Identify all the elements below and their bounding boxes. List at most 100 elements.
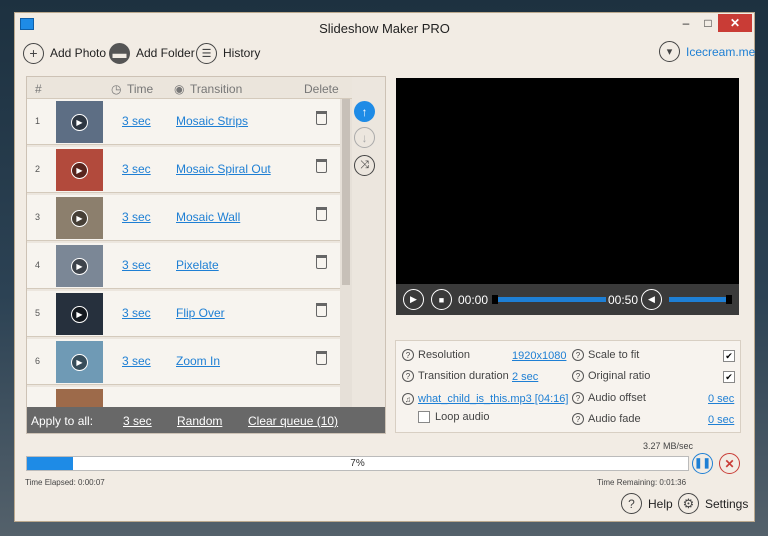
transition-duration-value[interactable]: 2 sec: [512, 371, 538, 383]
play-icon: ▶: [71, 257, 88, 275]
play-icon: ▶: [71, 305, 88, 323]
loop-audio-label: Loop audio: [435, 411, 490, 423]
icecream-label: Icecream.me: [686, 44, 756, 59]
help-button[interactable]: ? Help: [621, 493, 673, 514]
table-row[interactable]: [27, 387, 340, 407]
row-transition[interactable]: Mosaic Wall: [176, 210, 240, 224]
table-row[interactable]: 2 ▶ 3 sec Mosaic Spiral Out: [27, 147, 340, 193]
minimize-button[interactable]: –: [677, 14, 695, 32]
progress-bar: 7%: [26, 456, 689, 471]
table-row[interactable]: 3 ▶ 3 sec Mosaic Wall: [27, 195, 340, 241]
table-row[interactable]: 1 ▶ 3 sec Mosaic Strips: [27, 99, 340, 145]
delete-icon[interactable]: [316, 351, 327, 365]
close-button[interactable]: ✕: [718, 14, 752, 32]
icecream-link[interactable]: ▾ Icecream.me: [659, 41, 755, 62]
slide-thumbnail[interactable]: ▶: [56, 341, 103, 383]
audio-fade-value[interactable]: 0 sec: [708, 414, 734, 426]
slide-thumbnail[interactable]: [56, 389, 103, 407]
settings-label: Settings: [705, 496, 749, 511]
volume-slider[interactable]: [669, 297, 729, 302]
add-folder-button[interactable]: ▬ Add Folder: [109, 42, 195, 64]
help-icon: ?: [572, 392, 584, 404]
row-time[interactable]: 3 sec: [122, 258, 151, 272]
loop-audio-checkbox[interactable]: [418, 411, 430, 423]
plus-icon: +: [23, 42, 44, 64]
add-photo-label: Add Photo: [50, 46, 107, 60]
apply-all-transition[interactable]: Random: [177, 414, 222, 428]
cancel-button[interactable]: ✕: [719, 453, 740, 474]
slide-thumbnail[interactable]: ▶: [56, 197, 103, 239]
slide-thumbnail[interactable]: ▶: [56, 101, 103, 143]
audio-icon: ♫: [402, 393, 414, 405]
row-time[interactable]: 3 sec: [122, 210, 151, 224]
slide-queue: # ◷ Time ◉ Transition Delete 1 ▶ 3 sec M…: [26, 76, 386, 434]
delete-icon[interactable]: [316, 255, 327, 269]
volume-handle[interactable]: [726, 295, 732, 304]
queue-rows: 1 ▶ 3 sec Mosaic Strips 2 ▶ 3 sec Mosaic…: [27, 99, 340, 407]
slide-thumbnail[interactable]: ▶: [56, 149, 103, 191]
table-row[interactable]: 4 ▶ 3 sec Pixelate: [27, 243, 340, 289]
settings-panel: ? Resolution 1920x1080 ? Transition dura…: [395, 340, 741, 433]
seek-handle[interactable]: [492, 295, 498, 304]
row-number: 3: [35, 212, 41, 222]
play-icon: ▶: [71, 209, 88, 227]
delete-icon[interactable]: [316, 111, 327, 125]
maximize-button[interactable]: □: [699, 14, 717, 32]
delete-icon[interactable]: [316, 303, 327, 317]
apply-all-time[interactable]: 3 sec: [123, 414, 152, 428]
current-time: 00:00: [458, 293, 489, 307]
help-label: Help: [648, 496, 673, 511]
resolution-row: ? Resolution: [402, 349, 470, 361]
row-transition[interactable]: Pixelate: [176, 258, 219, 272]
row-time[interactable]: 3 sec: [122, 114, 151, 128]
scrollbar-thumb[interactable]: [342, 99, 350, 285]
row-number: 6: [35, 356, 41, 366]
help-icon: ?: [402, 370, 414, 382]
history-button[interactable]: ☰ History: [196, 42, 260, 64]
original-ratio-row: ? Original ratio: [572, 370, 650, 382]
slide-thumbnail[interactable]: ▶: [56, 293, 103, 335]
delete-icon[interactable]: [316, 159, 327, 173]
move-up-button[interactable]: ↑: [354, 101, 375, 122]
video-preview[interactable]: [396, 78, 739, 315]
play-icon: ▶: [71, 113, 88, 131]
queue-scrollbar[interactable]: [340, 99, 352, 407]
row-time[interactable]: 3 sec: [122, 354, 151, 368]
pause-button[interactable]: ❚❚: [692, 453, 713, 474]
play-button[interactable]: ▶: [403, 289, 424, 310]
audio-file-link[interactable]: what_child_is_this.mp3 [04:16]: [418, 393, 568, 405]
audio-fade-row: ? Audio fade: [572, 413, 641, 425]
shuffle-button[interactable]: ⤨: [354, 155, 375, 176]
volume-icon[interactable]: ◀: [641, 289, 662, 310]
row-time[interactable]: 3 sec: [122, 162, 151, 176]
list-icon: ☰: [196, 42, 217, 64]
table-row[interactable]: 5 ▶ 3 sec Flip Over: [27, 291, 340, 337]
total-time: 00:50: [608, 293, 639, 307]
table-row[interactable]: 6 ▶ 3 sec Zoom In: [27, 339, 340, 385]
scale-to-fit-label: Scale to fit: [588, 349, 640, 361]
resolution-value[interactable]: 1920x1080: [512, 350, 566, 362]
original-ratio-label: Original ratio: [588, 370, 651, 382]
titlebar: Slideshow Maker PRO – □ ✕: [15, 13, 754, 41]
row-transition[interactable]: Mosaic Spiral Out: [176, 162, 271, 176]
move-down-button[interactable]: ↓: [354, 127, 375, 148]
row-transition[interactable]: Mosaic Strips: [176, 114, 248, 128]
stop-button[interactable]: ■: [431, 289, 452, 310]
delete-icon[interactable]: [316, 207, 327, 221]
row-transition[interactable]: Flip Over: [176, 306, 225, 320]
seek-bar[interactable]: [494, 297, 606, 302]
play-icon: ▶: [71, 353, 88, 371]
original-ratio-checkbox[interactable]: ✔: [723, 371, 735, 383]
add-photo-button[interactable]: + Add Photo: [23, 42, 106, 64]
row-transition[interactable]: Zoom In: [176, 354, 220, 368]
audio-fade-label: Audio fade: [588, 413, 641, 425]
transition-duration-label: Transition duration: [418, 370, 509, 382]
row-time[interactable]: 3 sec: [122, 306, 151, 320]
slide-thumbnail[interactable]: ▶: [56, 245, 103, 287]
resolution-label: Resolution: [418, 349, 470, 361]
scale-to-fit-checkbox[interactable]: ✔: [723, 350, 735, 362]
audio-offset-value[interactable]: 0 sec: [708, 393, 734, 405]
clear-queue-link[interactable]: Clear queue (10): [248, 414, 338, 428]
row-number: 5: [35, 308, 41, 318]
settings-button[interactable]: ⚙ Settings: [678, 493, 748, 514]
